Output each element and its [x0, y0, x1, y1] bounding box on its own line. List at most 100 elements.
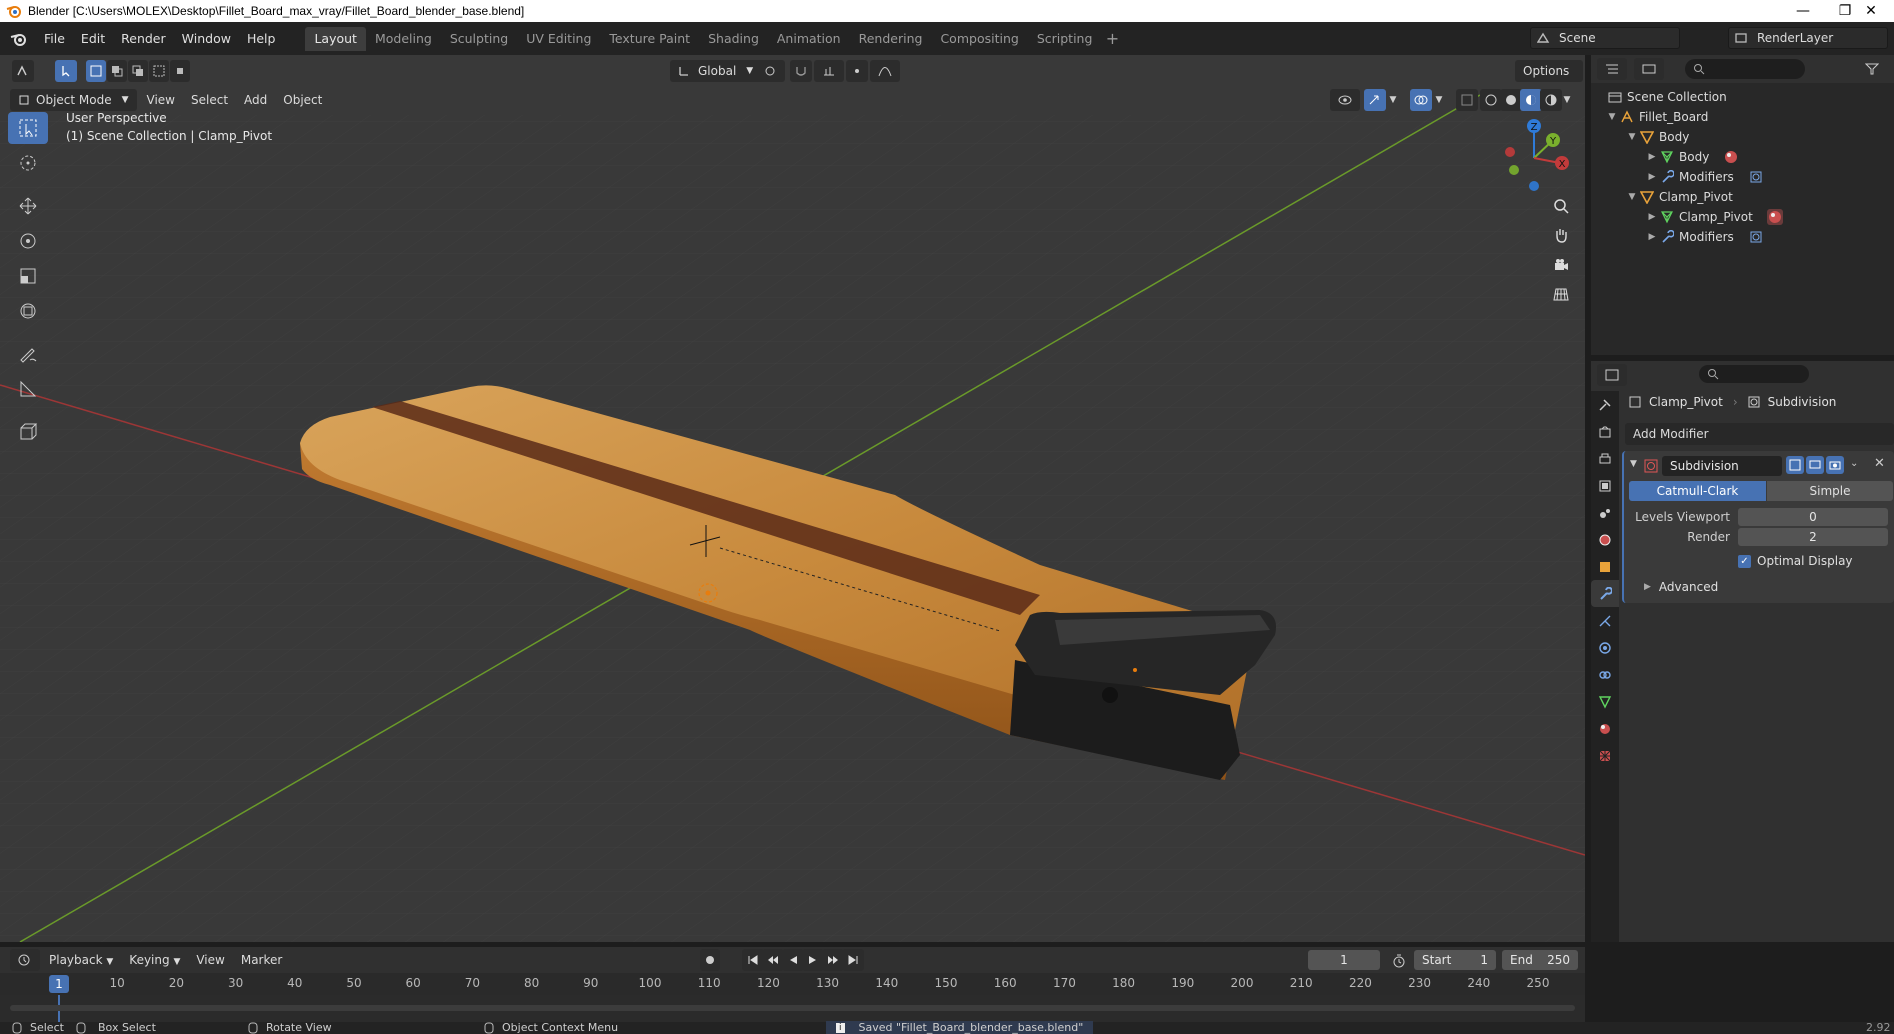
view-layer-selector[interactable]: RenderLayer: [1728, 27, 1888, 49]
cursor-tool-icon[interactable]: [8, 147, 48, 179]
expand-arrow-icon[interactable]: ▶: [1645, 152, 1659, 162]
viewport-toggle-icon[interactable]: [1806, 456, 1824, 474]
expand-arrow-icon[interactable]: ▼: [1605, 112, 1619, 122]
outliner-item-body-object[interactable]: ▼ Body: [1625, 127, 1689, 147]
next-keyframe-icon[interactable]: [822, 949, 844, 971]
timeline-menu-keying[interactable]: Keying ▼: [121, 949, 188, 971]
transform-orientation-dropdown[interactable]: Global ▼: [670, 60, 762, 82]
proportional-falloff-icon[interactable]: [870, 60, 900, 82]
texture-tab-icon[interactable]: [1591, 742, 1619, 769]
timeline-editor-type-icon[interactable]: [10, 949, 40, 971]
measure-tool-icon[interactable]: [8, 373, 48, 405]
3d-viewport[interactable]: Global ▼ Options ▼ Object Mode ▼ View Se…: [0, 55, 1585, 942]
stopwatch-icon[interactable]: [1388, 950, 1410, 972]
viewport-menu-object[interactable]: Object: [275, 89, 330, 111]
outliner-item-fillet-board[interactable]: ▼ Fillet_Board: [1605, 107, 1709, 127]
snap-element-icon[interactable]: [814, 60, 844, 82]
navigation-gizmo[interactable]: Z Y X: [1500, 113, 1580, 193]
wireframe-shading-icon[interactable]: [1480, 89, 1502, 111]
end-frame-field[interactable]: End 250: [1502, 950, 1578, 970]
world-tab-icon[interactable]: [1591, 526, 1619, 553]
levels-viewport-field[interactable]: 0: [1738, 508, 1888, 526]
play-icon[interactable]: [802, 949, 824, 971]
perspective-toggle-icon[interactable]: [1548, 281, 1574, 307]
select-mode-subtract-icon[interactable]: [128, 60, 148, 82]
render-tab-icon[interactable]: [1591, 418, 1619, 445]
expand-arrow-icon[interactable]: ▶: [1645, 232, 1659, 242]
mesh-data-tab-icon[interactable]: [1591, 688, 1619, 715]
select-mode-invert-icon[interactable]: [149, 60, 169, 82]
camera-view-icon[interactable]: [1548, 252, 1574, 278]
tab-layout[interactable]: Layout: [305, 26, 366, 51]
add-workspace-button[interactable]: +: [1101, 29, 1123, 48]
select-mode-new-icon[interactable]: [86, 60, 106, 82]
tab-rendering[interactable]: Rendering: [850, 27, 932, 51]
timeline-track-area[interactable]: [0, 995, 1585, 1022]
pan-hand-icon[interactable]: [1548, 222, 1574, 248]
physics-tab-icon[interactable]: [1591, 634, 1619, 661]
object-tab-icon[interactable]: [1591, 553, 1619, 580]
tab-uv-editing[interactable]: UV Editing: [517, 27, 600, 51]
viewport-menu-select[interactable]: Select: [183, 89, 236, 111]
outliner-item-body-modifiers[interactable]: ▶ Modifiers: [1645, 167, 1768, 187]
output-tab-icon[interactable]: [1591, 445, 1619, 472]
timeline-menu-playback[interactable]: Playback ▼: [41, 949, 121, 971]
scene-selector[interactable]: Scene: [1530, 27, 1680, 49]
display-mode-icon[interactable]: [1634, 58, 1664, 80]
outliner-item-clamp-pivot-mesh[interactable]: ▶ Clamp_Pivot: [1645, 207, 1787, 227]
tab-modeling[interactable]: Modeling: [366, 27, 441, 51]
simple-option[interactable]: Simple: [1767, 481, 1893, 501]
solid-shading-icon[interactable]: [1500, 89, 1522, 111]
rotate-tool-icon[interactable]: [8, 225, 48, 257]
blender-menu-icon[interactable]: [8, 28, 30, 50]
proportional-edit-icon[interactable]: [846, 60, 868, 82]
current-frame-indicator[interactable]: 1: [49, 975, 69, 993]
record-icon[interactable]: [700, 949, 720, 971]
catmull-clark-option[interactable]: Catmull-Clark: [1629, 481, 1766, 501]
play-reverse-icon[interactable]: [782, 949, 804, 971]
expand-arrow-icon[interactable]: ▼: [1625, 192, 1639, 202]
outliner-search-input[interactable]: [1685, 59, 1805, 79]
tool-tab-icon[interactable]: [1591, 391, 1619, 418]
tab-animation[interactable]: Animation: [768, 27, 850, 51]
editor-type-icon[interactable]: [12, 60, 34, 82]
modifier-tab-icon[interactable]: [1591, 580, 1619, 607]
viewport-menu-add[interactable]: Add: [236, 89, 275, 111]
options-dropdown[interactable]: Options ▼: [1515, 60, 1583, 100]
timeline-ruler[interactable]: 1 10 20 30 40 50 60 70 80 90 100 110 120 130 140 150 16…: [0, 973, 1585, 995]
outliner-item-clamp-pivot-modifiers[interactable]: ▶ Modifiers: [1645, 227, 1768, 247]
tab-shading[interactable]: Shading: [699, 27, 768, 51]
timeline-scrollbar[interactable]: [10, 1005, 1575, 1011]
expand-arrow-icon[interactable]: ▶: [1645, 212, 1659, 222]
tab-texture-paint[interactable]: Texture Paint: [600, 27, 699, 51]
menu-help[interactable]: Help: [239, 28, 284, 50]
start-frame-field[interactable]: Start 1: [1414, 950, 1496, 970]
move-tool-icon[interactable]: [8, 190, 48, 222]
add-modifier-button[interactable]: Add Modifier: [1625, 423, 1894, 445]
rendered-shading-icon[interactable]: [1540, 89, 1562, 111]
select-tool-header-icon[interactable]: [55, 60, 77, 82]
tab-scripting[interactable]: Scripting: [1028, 27, 1102, 51]
expand-arrow-icon[interactable]: ▼: [1625, 132, 1639, 142]
tab-compositing[interactable]: Compositing: [931, 27, 1027, 51]
jump-start-icon[interactable]: [742, 949, 764, 971]
transform-tool-icon[interactable]: [8, 295, 48, 327]
zoom-icon[interactable]: [1548, 193, 1574, 219]
overlays-toggle-icon[interactable]: [1410, 89, 1432, 111]
edit-mode-toggle-icon[interactable]: [1786, 456, 1804, 474]
viewport-scene[interactable]: [0, 55, 1585, 942]
current-frame-field[interactable]: 1: [1308, 950, 1380, 970]
render-levels-field[interactable]: 2: [1738, 528, 1888, 546]
object-mode-dropdown[interactable]: Object Mode ▼: [10, 89, 137, 111]
outliner-item-clamp-pivot-object[interactable]: ▼ Clamp_Pivot: [1625, 187, 1733, 207]
outliner-scene-collection[interactable]: Scene Collection: [1607, 87, 1727, 107]
add-cube-tool-icon[interactable]: [8, 416, 48, 448]
menu-window[interactable]: Window: [174, 28, 239, 50]
collapse-arrow-icon[interactable]: ▼: [1630, 459, 1637, 469]
render-toggle-icon[interactable]: [1826, 456, 1844, 474]
properties-editor-type-icon[interactable]: [1597, 364, 1627, 386]
minimize-button[interactable]: —: [1780, 0, 1826, 22]
modifier-name-field[interactable]: Subdivision: [1662, 456, 1782, 476]
prev-keyframe-icon[interactable]: [762, 949, 784, 971]
menu-render[interactable]: Render: [113, 28, 174, 50]
